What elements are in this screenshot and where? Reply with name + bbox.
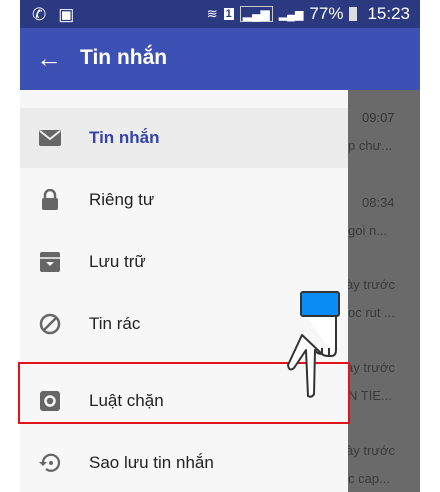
drawer-item-label: Riêng tư bbox=[89, 190, 155, 209]
lock-icon bbox=[38, 188, 62, 212]
drawer-item-archive[interactable]: Lưu trữ bbox=[20, 232, 348, 292]
message-snippet: p chư... bbox=[348, 138, 393, 153]
drawer-item-messages[interactable]: Tin nhắn bbox=[20, 108, 348, 168]
message-snippet: N TIE... bbox=[348, 388, 392, 403]
pointing-hand-icon bbox=[287, 291, 340, 398]
drawer-item-label: Sao lưu tin nhắn bbox=[89, 453, 214, 472]
toolbar: ← Tin nhắn bbox=[20, 28, 420, 90]
back-arrow-icon[interactable]: ← bbox=[36, 44, 62, 72]
message-snippet: c cap... bbox=[348, 471, 390, 486]
status-bar: ✆ ▣ ≋ 1 ▂▄▆ ▂▄▆ 77% 15:23 bbox=[20, 0, 420, 28]
message-time: 08:34 bbox=[362, 195, 395, 210]
block-icon bbox=[38, 312, 62, 336]
message-snippet: goi n... bbox=[348, 223, 388, 238]
background-message-list: 09:07 p chư... 08:34 goi n... ày trước o… bbox=[346, 90, 420, 492]
drawer-item-label: Tin nhắn bbox=[89, 128, 160, 147]
message-time: 09:07 bbox=[362, 110, 395, 125]
message-time: ày trước bbox=[346, 277, 396, 292]
signal-icon: ▂▄▆ bbox=[278, 8, 304, 21]
clock: 15:23 bbox=[367, 4, 410, 23]
message-time: ày trước bbox=[346, 360, 396, 375]
battery-icon bbox=[349, 7, 358, 21]
battery-percent: 77% bbox=[309, 4, 344, 23]
drawer-item-label: Lưu trữ bbox=[89, 252, 146, 271]
drawer-item-label: Tin rác bbox=[89, 314, 141, 333]
message-snippet: oc rut ... bbox=[348, 305, 395, 320]
wifi-icon: ≋ bbox=[206, 6, 218, 21]
mail-icon bbox=[38, 126, 62, 150]
drawer-item-private[interactable]: Riêng tư bbox=[20, 170, 348, 230]
signal-icon: ▂▄▆ bbox=[239, 6, 273, 22]
viber-icon: ✆ bbox=[32, 5, 47, 24]
backup-restore-icon bbox=[38, 451, 62, 475]
sim-icon: 1 bbox=[223, 8, 234, 20]
drawer-item-backup[interactable]: Sao lưu tin nhắn bbox=[20, 433, 348, 492]
archive-icon bbox=[38, 250, 62, 274]
page-title: Tin nhắn bbox=[80, 46, 168, 69]
message-time: ày trước bbox=[346, 443, 396, 458]
image-icon: ▣ bbox=[58, 5, 75, 24]
